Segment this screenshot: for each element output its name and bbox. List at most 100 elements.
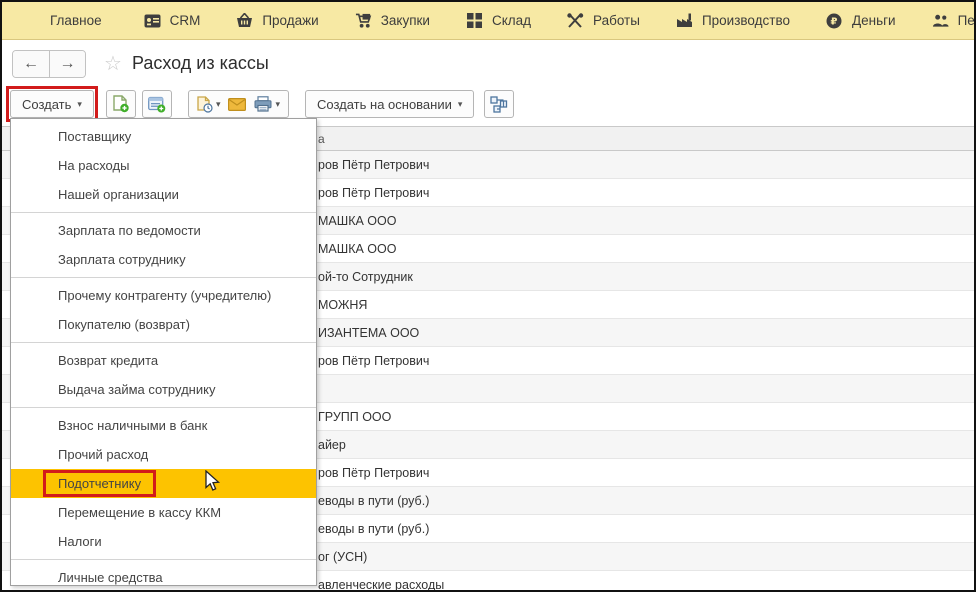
menu-item-label: Прочий расход bbox=[58, 447, 148, 462]
mouse-cursor-icon bbox=[205, 470, 222, 497]
menu-item-salary-employee[interactable]: Зарплата сотруднику bbox=[11, 245, 316, 274]
section-sales[interactable]: Продажи bbox=[222, 2, 332, 40]
section-label: Склад bbox=[492, 13, 531, 28]
section-label: Главное bbox=[50, 13, 102, 28]
document-clock-icon bbox=[197, 96, 213, 113]
create-on-base-label: Создать на основании bbox=[317, 97, 452, 112]
section-warehouse[interactable]: Склад bbox=[452, 2, 545, 40]
menu-item-label: Личные средства bbox=[58, 570, 163, 585]
menu-item-credit-return[interactable]: Возврат кредита bbox=[11, 346, 316, 375]
menu-item-label: Зарплата по ведомости bbox=[58, 223, 201, 238]
menu-item-label: Подотчетнику bbox=[58, 476, 141, 491]
list-toolbar: Создать ▾ ▾ ▾ Создать на основании bbox=[2, 86, 974, 122]
related-documents-button[interactable] bbox=[484, 90, 514, 118]
new-group-icon bbox=[148, 96, 166, 113]
chevron-down-icon: ▾ bbox=[77, 99, 82, 110]
section-works[interactable]: Работы bbox=[553, 2, 654, 40]
back-button[interactable]: ← bbox=[13, 51, 49, 77]
row-cell: айер bbox=[318, 438, 346, 452]
row-cell: ров Пётр Петрович bbox=[318, 466, 429, 480]
new-document-button[interactable] bbox=[106, 90, 136, 118]
section-money[interactable]: ₽ Деньги bbox=[812, 2, 910, 40]
create-dropdown-menu: Поставщику На расходы Нашей организации … bbox=[10, 118, 317, 586]
menu-item-other-expense[interactable]: Прочий расход bbox=[11, 440, 316, 469]
history-nav: ← → bbox=[12, 50, 86, 78]
menu-separator bbox=[11, 342, 316, 343]
section-purchases[interactable]: Закупки bbox=[341, 2, 444, 40]
create-button[interactable]: Создать ▾ bbox=[10, 90, 94, 118]
row-cell: ров Пётр Петрович bbox=[318, 158, 429, 172]
section-personnel[interactable]: Персонал bbox=[918, 2, 976, 40]
menu-item-buyer-refund[interactable]: Покупателю (возврат) bbox=[11, 310, 316, 339]
menu-item-cash-to-bank[interactable]: Взнос наличными в банк bbox=[11, 411, 316, 440]
new-group-button[interactable] bbox=[142, 90, 172, 118]
favorite-star-icon[interactable]: ☆ bbox=[104, 51, 122, 76]
envelope-icon bbox=[228, 98, 246, 111]
row-cell: ров Пётр Петрович bbox=[318, 186, 429, 200]
section-crm[interactable]: CRM bbox=[130, 2, 215, 40]
svg-text:₽: ₽ bbox=[831, 16, 838, 27]
create-on-base-button[interactable]: Создать на основании ▾ bbox=[305, 90, 474, 118]
section-main[interactable]: Главное bbox=[36, 2, 116, 40]
row-cell: ИЗАНТЕМА ООО bbox=[318, 326, 419, 340]
chevron-down-icon: ▾ bbox=[275, 99, 280, 110]
menu-item-label: Поставщику bbox=[58, 129, 131, 144]
menu-item-salary-sheet[interactable]: Зарплата по ведомости bbox=[11, 216, 316, 245]
menu-item-supplier[interactable]: Поставщику bbox=[11, 122, 316, 151]
document-clock-button[interactable]: ▾ bbox=[197, 96, 221, 113]
new-document-icon bbox=[113, 95, 129, 113]
menu-item-other-counterparty[interactable]: Прочему контрагенту (учредителю) bbox=[11, 281, 316, 310]
menu-item-label: На расходы bbox=[58, 158, 129, 173]
forward-button[interactable]: → bbox=[49, 51, 85, 77]
chevron-down-icon: ▾ bbox=[216, 99, 221, 110]
print-button[interactable]: ▾ bbox=[254, 96, 280, 112]
row-cell: МОЖНЯ bbox=[318, 298, 367, 312]
section-label: Производство bbox=[702, 13, 790, 28]
section-label: Работы bbox=[593, 13, 640, 28]
create-button-annotation: Создать ▾ bbox=[6, 86, 98, 122]
sections-panel: Главное CRM Продажи Закупки Склад Работы… bbox=[2, 2, 974, 40]
section-label: Закупки bbox=[381, 13, 430, 28]
chevron-down-icon: ▾ bbox=[458, 99, 463, 110]
menu-item-label: Налоги bbox=[58, 534, 102, 549]
menu-item-label: Возврат кредита bbox=[58, 353, 158, 368]
menu-item-taxes[interactable]: Налоги bbox=[11, 527, 316, 556]
menu-separator bbox=[11, 277, 316, 278]
related-documents-icon bbox=[490, 96, 508, 113]
app-window: Главное CRM Продажи Закупки Склад Работы… bbox=[0, 0, 976, 592]
section-label: Деньги bbox=[852, 13, 896, 28]
printer-icon bbox=[254, 96, 272, 112]
grid-icon bbox=[466, 12, 483, 29]
menu-item-personal-funds[interactable]: Личные средства bbox=[11, 563, 316, 592]
menu-item-loan-issue[interactable]: Выдача займа сотруднику bbox=[11, 375, 316, 404]
menu-separator bbox=[11, 407, 316, 408]
menu-item-label: Взнос наличными в банк bbox=[58, 418, 207, 433]
row-cell: МАШКА ООО bbox=[318, 242, 396, 256]
menu-separator bbox=[11, 559, 316, 560]
page-title: Расход из кассы bbox=[132, 53, 269, 74]
section-production[interactable]: Производство bbox=[662, 2, 804, 40]
row-cell: ой-то Сотрудник bbox=[318, 270, 413, 284]
accountable-annotation-box: Подотчетнику bbox=[43, 470, 156, 497]
menu-item-label: Покупателю (возврат) bbox=[58, 317, 190, 332]
row-cell: ров Пётр Петрович bbox=[318, 354, 429, 368]
basket-icon bbox=[236, 12, 253, 29]
row-cell: авленческие расходы bbox=[318, 578, 444, 591]
menu-item-label: Прочему контрагенту (учредителю) bbox=[58, 288, 271, 303]
section-label: Персонал bbox=[958, 13, 976, 28]
row-cell: еводы в пути (руб.) bbox=[318, 522, 429, 536]
menu-item-expenses[interactable]: На расходы bbox=[11, 151, 316, 180]
row-cell: МАШКА ООО bbox=[318, 214, 396, 228]
section-label: Продажи bbox=[262, 13, 318, 28]
row-cell: ГРУПП ООО bbox=[318, 410, 391, 424]
row-cell: ог (УСН) bbox=[318, 550, 367, 564]
menu-item-our-org[interactable]: Нашей организации bbox=[11, 180, 316, 209]
mail-button[interactable] bbox=[228, 98, 246, 111]
row-cell: еводы в пути (руб.) bbox=[318, 494, 429, 508]
menu-item-accountable-person[interactable]: Подотчетнику bbox=[11, 469, 316, 498]
section-label: CRM bbox=[170, 13, 201, 28]
menu-item-label: Перемещение в кассу ККМ bbox=[58, 505, 221, 520]
crm-icon bbox=[144, 12, 161, 29]
toolbar-icon-group: ▾ ▾ bbox=[188, 90, 289, 118]
menu-item-move-to-kkm[interactable]: Перемещение в кассу ККМ bbox=[11, 498, 316, 527]
